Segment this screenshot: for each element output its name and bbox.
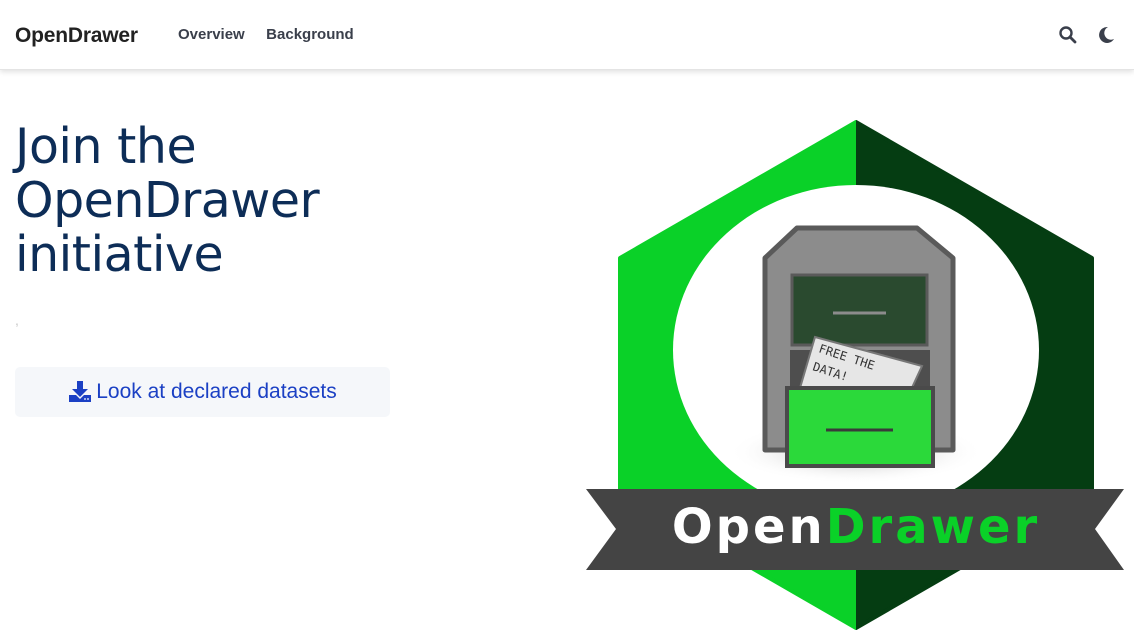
cabinet-illustration: FREE THE DATA! xyxy=(728,225,984,484)
download-icon xyxy=(69,381,92,402)
nav-link-background[interactable]: Background xyxy=(266,26,354,43)
nav-link-overview[interactable]: Overview xyxy=(178,26,245,43)
opendrawer-logo: FREE THE DATA! OpenDrawer xyxy=(586,120,1124,630)
nav-links: Overview Background xyxy=(178,26,371,44)
nav-icons xyxy=(1044,25,1116,45)
hero-title: Join the OpenDrawer initiative xyxy=(15,118,320,283)
opendrawer-banner: OpenDrawer xyxy=(586,489,1124,570)
top-navbar: OpenDrawer Overview Background xyxy=(0,0,1134,70)
cta-label: Look at declared datasets xyxy=(96,380,337,403)
search-icon[interactable] xyxy=(1058,25,1078,45)
hero-subtitle: , xyxy=(15,312,19,328)
banner-drawer: Drawer xyxy=(826,499,1040,555)
moon-icon[interactable] xyxy=(1096,25,1116,45)
svg-text:OpenDrawer: OpenDrawer xyxy=(672,499,1040,555)
banner-open: Open xyxy=(672,499,826,555)
look-at-datasets-button[interactable]: Look at declared datasets xyxy=(15,367,390,417)
brand-link[interactable]: OpenDrawer xyxy=(15,24,138,48)
